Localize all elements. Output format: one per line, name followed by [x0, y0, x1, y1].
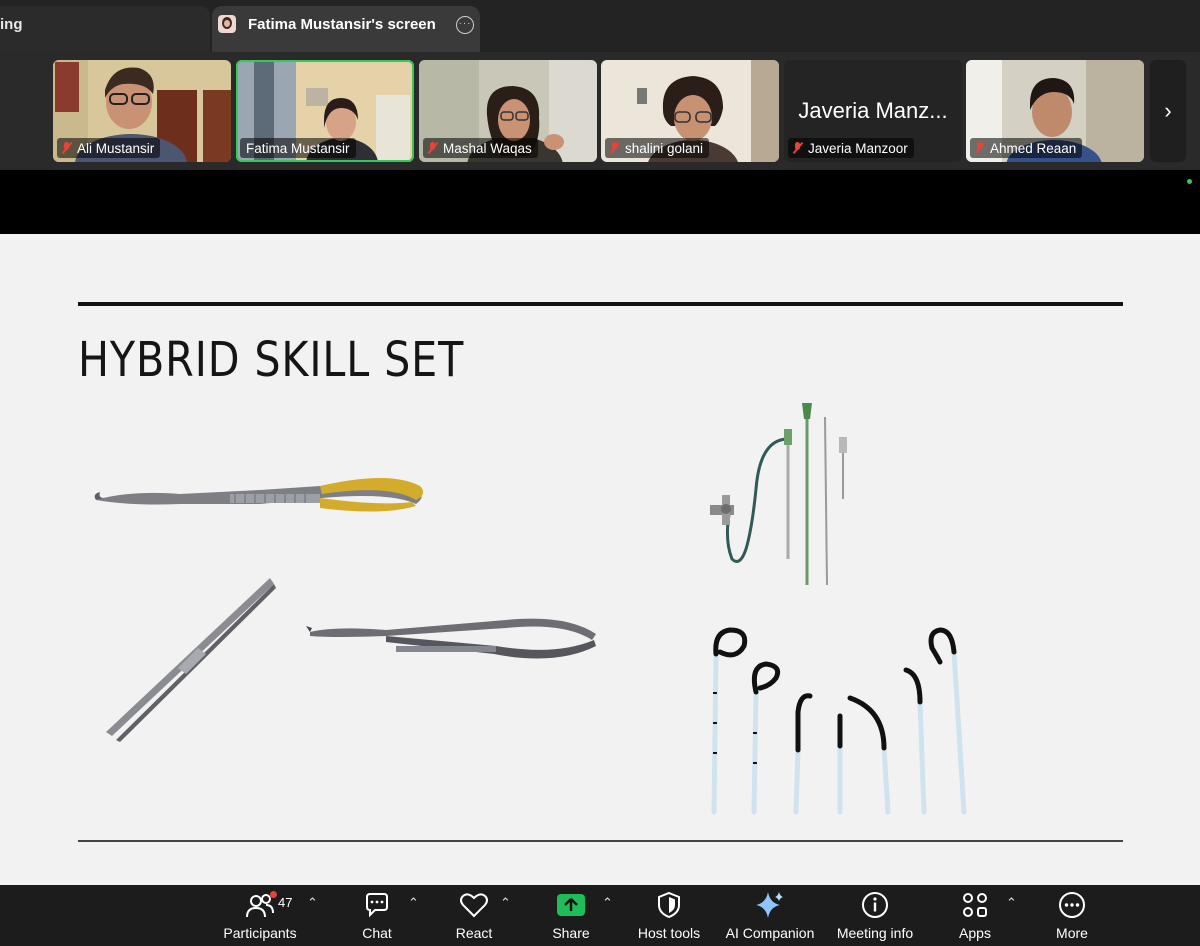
presenter-avatar: [218, 15, 236, 33]
video-tile-no-video[interactable]: Javeria Manz... Javeria Manzoor: [784, 60, 962, 162]
info-icon: [862, 892, 888, 918]
apps-label: Apps: [959, 925, 991, 941]
video-tile[interactable]: Ahmed Reaan: [966, 60, 1144, 162]
notification-badge: [270, 891, 277, 898]
chat-label: Chat: [362, 925, 392, 941]
slide-top-rule: [78, 302, 1123, 306]
chevron-right-icon: ›: [1164, 98, 1172, 123]
forceps-image: [106, 578, 276, 742]
tab-meeting-label: ing: [0, 16, 23, 33]
heart-icon: [460, 893, 488, 918]
muted-mic-icon: [974, 141, 985, 155]
apps-button[interactable]: Apps: [952, 885, 998, 946]
muted-mic-icon: [609, 141, 620, 155]
share-letterbox: [0, 170, 1200, 234]
apps-icon: [963, 893, 987, 917]
video-tile-active-speaker[interactable]: Fatima Mustansir: [236, 60, 414, 162]
share-label: Share: [552, 925, 590, 941]
caret-up-icon[interactable]: ⌃: [1006, 895, 1017, 911]
meeting-info-label: Meeting info: [836, 925, 914, 941]
meeting-info-button[interactable]: Meeting info: [830, 885, 920, 946]
participant-name-tag: Javeria Manzoor: [788, 138, 914, 158]
muted-mic-icon: [792, 141, 803, 155]
more-circle-icon: [1059, 892, 1085, 918]
shared-slide: HYBRID SKILL SET: [0, 234, 1200, 885]
participants-count: 47: [278, 895, 293, 910]
participant-name-tag: Ahmed Reaan: [970, 138, 1083, 158]
slide-title: HYBRID SKILL SET: [78, 332, 465, 388]
muted-mic-icon: [427, 141, 438, 155]
vascular-access-kit-image: [710, 403, 847, 586]
chat-button[interactable]: Chat: [352, 885, 402, 946]
slide-bottom-rule: [78, 840, 1123, 842]
catheters-image: [711, 627, 967, 815]
caret-up-icon[interactable]: ⌃: [602, 895, 613, 911]
share-button[interactable]: Share: [546, 885, 596, 946]
needle-holder-image: [94, 478, 424, 512]
host-tools-button[interactable]: Host tools: [632, 885, 706, 946]
participant-name-tag: Mashal Waqas: [423, 138, 538, 158]
castroviejo-holder-image: [306, 618, 596, 659]
video-tile[interactable]: shalini golani: [601, 60, 779, 162]
more-label: More: [1056, 925, 1088, 941]
react-label: React: [455, 925, 493, 941]
more-dots-icon[interactable]: ···: [456, 16, 474, 34]
muted-mic-icon: [61, 141, 72, 155]
participant-display-name: Javeria Manz...: [798, 98, 948, 123]
caret-up-icon[interactable]: ⌃: [500, 895, 511, 911]
shield-icon: [658, 891, 680, 919]
host-tools-label: Host tools: [637, 925, 701, 941]
tab-shared-screen[interactable]: Fatima Mustansir's screen ···: [212, 6, 480, 52]
video-strip: Ali Mustansir Fatima Mustansir Mashal Wa…: [0, 52, 1200, 170]
ai-companion-button[interactable]: AI Companion: [722, 885, 818, 946]
chat-icon: [366, 893, 388, 918]
video-tile[interactable]: Mashal Waqas: [419, 60, 597, 162]
more-button[interactable]: More: [1049, 885, 1095, 946]
sparkle-icon: [756, 892, 783, 918]
share-up-arrow-icon: [557, 894, 585, 916]
participant-name-tag: shalini golani: [605, 138, 710, 158]
participant-name-tag: Fatima Mustansir: [240, 138, 356, 158]
next-page-button[interactable]: ›: [1150, 60, 1186, 162]
tab-shared-screen-label: Fatima Mustansir's screen: [248, 16, 436, 33]
sharing-indicator: [1187, 179, 1192, 184]
participant-name-tag: Ali Mustansir: [57, 138, 161, 158]
tab-meeting[interactable]: ing: [0, 6, 210, 52]
ai-companion-label: AI Companion: [725, 925, 815, 941]
video-tile[interactable]: Ali Mustansir: [53, 60, 231, 162]
participants-label: Participants: [223, 925, 297, 941]
window-tab-bar: ing Fatima Mustansir's screen ···: [0, 0, 1200, 52]
meeting-toolbar: Participants 47 ⌃ Chat ⌃ React ⌃ Share ⌃…: [0, 885, 1200, 946]
caret-up-icon[interactable]: ⌃: [307, 895, 318, 911]
caret-up-icon[interactable]: ⌃: [408, 895, 419, 911]
react-button[interactable]: React: [449, 885, 499, 946]
